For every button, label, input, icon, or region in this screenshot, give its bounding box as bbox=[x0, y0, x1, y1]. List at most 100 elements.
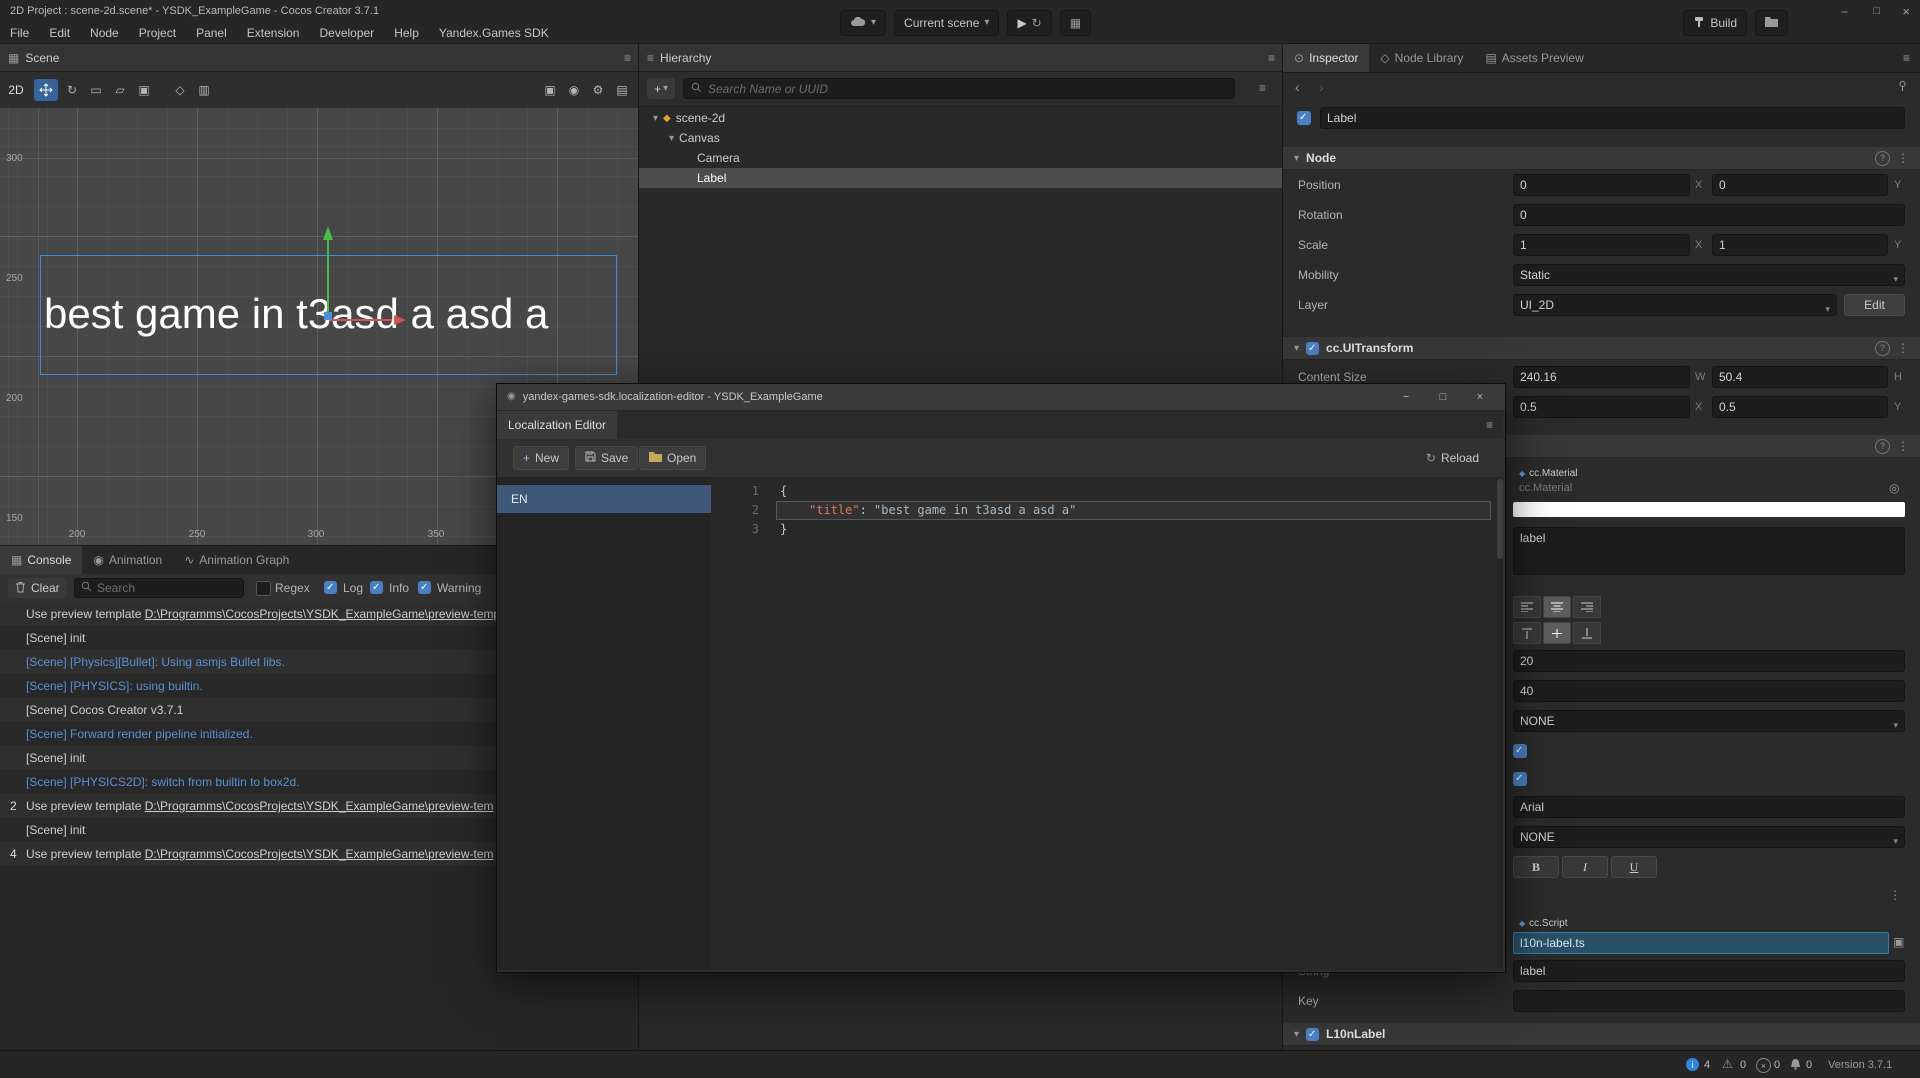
valign-top-button[interactable] bbox=[1513, 622, 1541, 644]
halign-center-button[interactable] bbox=[1543, 596, 1571, 618]
wrap-text-checkbox[interactable] bbox=[1513, 744, 1527, 758]
scene-selector-dropdown[interactable]: Current scene ▾ bbox=[894, 10, 999, 36]
tree-node-canvas[interactable]: ▾ Canvas bbox=[639, 128, 1313, 148]
tool-move-button[interactable] bbox=[34, 79, 58, 101]
italic-button[interactable]: I bbox=[1562, 856, 1608, 878]
menu-file[interactable]: File bbox=[0, 26, 39, 40]
loc-minimize-icon[interactable]: − bbox=[1391, 391, 1421, 403]
content-height-field[interactable]: 50.4 bbox=[1712, 366, 1888, 388]
l10nlabel-enabled-checkbox[interactable] bbox=[1306, 1028, 1319, 1041]
back-icon[interactable]: ‹ bbox=[1295, 80, 1300, 94]
halign-right-button[interactable] bbox=[1573, 596, 1601, 618]
menu-yandex-sdk[interactable]: Yandex.Games SDK bbox=[429, 26, 559, 40]
content-width-field[interactable]: 240.16 bbox=[1513, 366, 1690, 388]
node-menu-dots-icon[interactable]: ⋮ bbox=[1897, 152, 1909, 164]
info-checkbox[interactable] bbox=[370, 581, 383, 594]
view-capture-button[interactable]: ▤ bbox=[610, 79, 634, 101]
play-icon[interactable]: ▶ bbox=[1017, 17, 1026, 29]
help-icon[interactable]: ? bbox=[1875, 151, 1890, 166]
tool-2d-button[interactable]: 2D bbox=[4, 79, 28, 101]
script-asset-icon[interactable]: ▣ bbox=[1893, 936, 1904, 948]
loc-close-icon[interactable]: × bbox=[1465, 391, 1495, 403]
anchor-x-field[interactable]: 0.5 bbox=[1513, 396, 1690, 418]
label-color-swatch[interactable] bbox=[1513, 502, 1905, 517]
tree-node-label[interactable]: Label bbox=[639, 168, 1341, 188]
font-family-field[interactable]: Arial bbox=[1513, 796, 1905, 818]
maximize-icon[interactable]: □ bbox=[1873, 6, 1880, 17]
warning-status-icon[interactable]: ⚠ bbox=[1722, 1058, 1733, 1070]
loc-new-button[interactable]: + New bbox=[513, 446, 569, 470]
anchor-y-field[interactable]: 0.5 bbox=[1712, 396, 1888, 418]
label-string-textarea[interactable]: label bbox=[1513, 527, 1905, 575]
menu-developer[interactable]: Developer bbox=[309, 26, 384, 40]
loc-open-button[interactable]: Open bbox=[639, 446, 706, 470]
valign-middle-button[interactable] bbox=[1543, 622, 1571, 644]
layer-select[interactable]: UI_2D bbox=[1513, 294, 1837, 316]
bell-icon[interactable] bbox=[1790, 1058, 1801, 1073]
clear-button[interactable]: Clear bbox=[8, 578, 67, 598]
view-grid-button[interactable]: ▣ bbox=[538, 79, 562, 101]
info-status-icon[interactable]: i bbox=[1686, 1058, 1699, 1071]
node-active-checkbox[interactable] bbox=[1297, 111, 1311, 125]
tool-rotate-button[interactable]: ↻ bbox=[60, 79, 84, 101]
loc-window-titlebar[interactable]: ◉ yandex-games-sdk.localization-editor -… bbox=[497, 384, 1505, 411]
node-name-field[interactable]: Label bbox=[1320, 107, 1905, 129]
material-value[interactable]: cc.Material bbox=[1519, 482, 1572, 494]
view-gizmo-button[interactable]: ◉ bbox=[562, 79, 586, 101]
label-menu-dots-icon[interactable]: ⋮ bbox=[1897, 440, 1909, 452]
tool-gizmo-button[interactable]: ▣ bbox=[132, 79, 156, 101]
tree-node-scene-2d[interactable]: ▾ ◆ scene-2d bbox=[639, 108, 1297, 128]
underline-button[interactable]: U bbox=[1611, 856, 1657, 878]
script-asset-field[interactable]: l10n-label.ts bbox=[1513, 932, 1889, 954]
l10n-key-field[interactable] bbox=[1513, 990, 1905, 1012]
label-extra-dots-icon[interactable]: ⋮ bbox=[1889, 889, 1901, 901]
rotation-field[interactable]: 0 bbox=[1513, 204, 1905, 226]
move-gizmo[interactable] bbox=[300, 218, 440, 338]
cloud-sync-dropdown[interactable]: ▾ bbox=[840, 10, 886, 36]
close-icon[interactable]: × bbox=[1902, 5, 1910, 18]
warning-checkbox[interactable] bbox=[418, 581, 431, 594]
error-status-icon[interactable]: × bbox=[1756, 1058, 1771, 1073]
refresh-icon[interactable]: ↻ bbox=[1032, 17, 1042, 29]
line-height-field[interactable]: 40 bbox=[1513, 680, 1905, 702]
tool-rect-button[interactable]: ▭ bbox=[84, 79, 108, 101]
overflow-select[interactable]: NONE bbox=[1513, 710, 1905, 732]
menu-edit[interactable]: Edit bbox=[39, 26, 80, 40]
help-icon[interactable]: ? bbox=[1875, 439, 1890, 454]
position-y-field[interactable]: 0 bbox=[1712, 174, 1888, 196]
log-checkbox[interactable] bbox=[324, 581, 337, 594]
scene-label-node[interactable]: best game in t3asd a asd a bbox=[44, 290, 548, 338]
tab-animation[interactable]: ◉ Animation bbox=[82, 546, 173, 574]
halign-left-button[interactable] bbox=[1513, 596, 1541, 618]
tree-node-camera[interactable]: Camera bbox=[639, 148, 1341, 168]
tab-console[interactable]: ▦ Console bbox=[0, 546, 82, 574]
uitransform-menu-dots-icon[interactable]: ⋮ bbox=[1897, 342, 1909, 354]
system-font-checkbox[interactable] bbox=[1513, 772, 1527, 786]
menu-node[interactable]: Node bbox=[80, 26, 129, 40]
console-search-input[interactable]: Search bbox=[74, 578, 244, 598]
minimize-icon[interactable]: − bbox=[1841, 6, 1848, 18]
hierarchy-panel-menu-icon[interactable]: ≡ bbox=[1268, 52, 1275, 64]
valign-bottom-button[interactable] bbox=[1573, 622, 1601, 644]
open-build-folder-button[interactable] bbox=[1755, 10, 1788, 36]
menu-help[interactable]: Help bbox=[384, 26, 429, 40]
menu-project[interactable]: Project bbox=[129, 26, 186, 40]
tab-animation-graph[interactable]: ∿ Animation Graph bbox=[173, 546, 300, 574]
scale-y-field[interactable]: 1 bbox=[1712, 234, 1888, 256]
build-button[interactable]: Build bbox=[1683, 10, 1747, 36]
tool-pivot-button[interactable]: ◇ bbox=[168, 79, 192, 101]
help-icon[interactable]: ? bbox=[1875, 341, 1890, 356]
tool-coord-button[interactable]: ▥ bbox=[192, 79, 216, 101]
uitransform-enabled-checkbox[interactable] bbox=[1306, 342, 1319, 355]
tab-assets-preview[interactable]: ▤ Assets Preview bbox=[1474, 44, 1594, 72]
editor-scrollbar[interactable] bbox=[1497, 479, 1503, 968]
pin-icon[interactable] bbox=[1897, 80, 1908, 94]
add-node-button[interactable]: +▾ bbox=[647, 78, 675, 99]
menu-panel[interactable]: Panel bbox=[186, 26, 237, 40]
caret-down-icon[interactable]: ▾ bbox=[653, 113, 658, 124]
compile-button[interactable]: ▦ bbox=[1060, 10, 1091, 36]
tab-localization-editor[interactable]: Localization Editor bbox=[497, 411, 617, 439]
regex-checkbox[interactable] bbox=[256, 581, 271, 596]
tab-inspector[interactable]: ⊙ Inspector bbox=[1283, 44, 1369, 72]
scene-settings-gear-icon[interactable]: ⚙ bbox=[586, 79, 610, 101]
